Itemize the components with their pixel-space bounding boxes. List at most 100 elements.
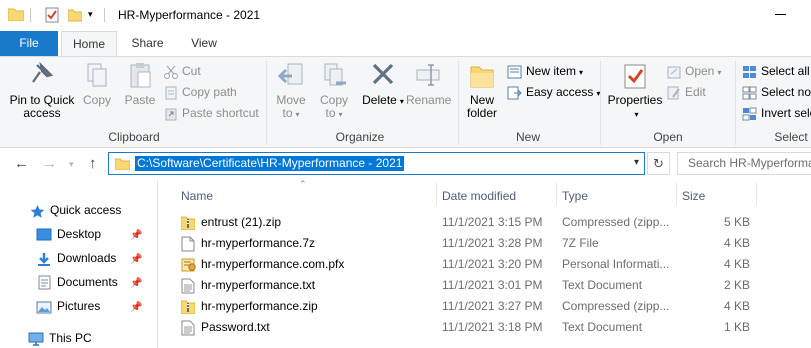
invert-selection-button[interactable]: Invert selection bbox=[742, 103, 811, 123]
move-to-icon bbox=[278, 63, 303, 85]
nav-downloads-label: Downloads bbox=[57, 251, 117, 265]
up-arrow-icon[interactable]: ↑ bbox=[89, 155, 97, 172]
chevron-down-icon: ▾ bbox=[338, 110, 343, 119]
nav-pictures[interactable]: Pictures bbox=[36, 295, 100, 317]
tab-file[interactable]: File bbox=[0, 31, 58, 56]
column-date-modified[interactable]: Date modified bbox=[442, 187, 516, 205]
file-name[interactable]: entrust (21).zip bbox=[201, 212, 431, 233]
address-row: ← → ▾ ↑ C:\Software\Certificate\HR-Myper… bbox=[0, 149, 811, 179]
address-bar[interactable]: C:\Software\Certificate\HR-Myperformance… bbox=[108, 152, 645, 175]
properties-qat-icon[interactable] bbox=[45, 7, 59, 23]
new-folder-label-2: folder bbox=[466, 106, 498, 120]
refresh-button[interactable]: ↻ bbox=[647, 152, 670, 175]
column-divider[interactable] bbox=[436, 183, 437, 205]
select-all-button[interactable]: Select all bbox=[742, 61, 810, 81]
recent-locations-icon[interactable]: ▾ bbox=[69, 159, 74, 170]
paste-button[interactable]: Paste bbox=[122, 61, 158, 107]
new-folder-qat-icon[interactable] bbox=[68, 7, 82, 23]
nav-downloads[interactable]: Downloads bbox=[36, 247, 116, 269]
file-row[interactable]: hr-myperformance.com.pfx 11/1/2021 3:20 P… bbox=[159, 254, 811, 275]
chevron-down-icon[interactable]: ▾ bbox=[634, 157, 639, 168]
file-name[interactable]: Password.txt bbox=[201, 317, 431, 338]
folder-icon[interactable] bbox=[8, 7, 24, 21]
easy-access-button[interactable]: Easy access ▾ bbox=[507, 82, 600, 102]
title-bar: ▾ HR-Myperformance - 2021 bbox=[0, 0, 811, 31]
column-size[interactable]: Size bbox=[682, 187, 705, 205]
file-row[interactable]: hr-myperformance.zip 11/1/2021 3:27 PM Com… bbox=[159, 296, 811, 317]
edit-button[interactable]: Edit bbox=[667, 82, 706, 102]
group-divider bbox=[266, 61, 267, 145]
customize-qat-icon[interactable]: ▾ bbox=[88, 9, 93, 20]
edit-icon bbox=[667, 86, 680, 100]
pin-icon[interactable]: 📌 bbox=[130, 254, 142, 265]
tab-view[interactable]: View bbox=[178, 31, 230, 56]
select-group-label: Select bbox=[774, 130, 808, 144]
nav-documents[interactable]: Documents bbox=[36, 271, 118, 293]
open-button[interactable]: Open ▾ bbox=[667, 61, 721, 81]
certificate-file-icon bbox=[181, 257, 197, 276]
file-row[interactable]: hr-myperformance.7z 11/1/2021 3:28 PM 7Z F… bbox=[159, 233, 811, 254]
file-name[interactable]: hr-myperformance.txt bbox=[201, 275, 431, 296]
column-divider[interactable] bbox=[676, 183, 677, 205]
pin-icon[interactable]: 📌 bbox=[130, 302, 142, 313]
file-type: Text Document bbox=[562, 278, 643, 292]
search-box[interactable]: Search HR-Myperformance - 2021 bbox=[677, 152, 811, 175]
nav-desktop[interactable]: Desktop bbox=[36, 223, 101, 245]
minimize-icon[interactable] bbox=[775, 14, 786, 15]
file-name[interactable]: hr-myperformance.com.pfx bbox=[201, 254, 431, 275]
file-date-modified: 11/1/2021 3:18 PM bbox=[442, 320, 543, 334]
new-folder-label-1: New bbox=[469, 93, 494, 107]
column-divider[interactable] bbox=[756, 183, 757, 205]
copy-button[interactable]: Copy bbox=[82, 61, 112, 107]
file-row[interactable]: entrust (21).zip 11/1/2021 3:15 PM Compres… bbox=[159, 212, 811, 233]
new-folder-button[interactable]: New folder bbox=[463, 61, 501, 120]
paste-shortcut-label: Paste shortcut bbox=[182, 106, 259, 120]
select-none-button[interactable]: Select none bbox=[742, 82, 811, 102]
file-name[interactable]: hr-myperformance.7z bbox=[201, 233, 431, 254]
column-divider[interactable] bbox=[556, 183, 557, 205]
pin-icon[interactable]: 📌 bbox=[130, 278, 142, 289]
nav-this-pc[interactable]: This PC bbox=[28, 327, 92, 348]
new-item-button[interactable]: New item ▾ bbox=[507, 61, 583, 81]
copy-to-button[interactable]: Copy to ▾ bbox=[316, 61, 352, 121]
pin-to-quick-access-button[interactable]: Pin to Quick access bbox=[7, 61, 77, 120]
qat-divider bbox=[104, 8, 105, 22]
navigation-pane: Quick access Desktop 📌 Downloads 📌 Docum… bbox=[0, 179, 158, 348]
file-name[interactable]: hr-myperformance.zip bbox=[201, 296, 431, 317]
column-type[interactable]: Type bbox=[562, 187, 588, 205]
nav-quick-access[interactable]: Quick access bbox=[30, 199, 121, 221]
file-date-modified: 11/1/2021 3:15 PM bbox=[442, 215, 543, 229]
nav-pictures-label: Pictures bbox=[57, 299, 101, 313]
rename-button[interactable]: Rename bbox=[406, 61, 451, 107]
address-path[interactable]: C:\Software\Certificate\HR-Myperformance… bbox=[135, 156, 405, 171]
back-arrow-icon[interactable]: ← bbox=[14, 155, 29, 172]
new-item-label: New item bbox=[526, 64, 577, 78]
text-file-icon bbox=[181, 320, 195, 339]
move-to-button[interactable]: Move to ▾ bbox=[273, 61, 309, 121]
file-date-modified: 11/1/2021 3:28 PM bbox=[442, 236, 543, 250]
paste-shortcut-button[interactable]: Paste shortcut bbox=[164, 103, 259, 123]
tab-home[interactable]: Home bbox=[61, 31, 117, 57]
file-type: Text Document bbox=[562, 320, 643, 334]
organize-group-label: Organize bbox=[335, 130, 385, 144]
tab-share[interactable]: Share bbox=[120, 31, 175, 56]
file-size: 4 KB bbox=[723, 257, 750, 271]
pin-icon[interactable]: 📌 bbox=[130, 230, 142, 241]
properties-button[interactable]: Properties ▾ bbox=[606, 61, 664, 121]
pin-label-2: access bbox=[23, 106, 61, 120]
copy-path-button[interactable]: Copy path bbox=[164, 82, 237, 102]
sort-ascending-icon: ⌃ bbox=[299, 179, 307, 189]
column-name[interactable]: Name bbox=[181, 187, 213, 205]
file-row[interactable]: Password.txt 11/1/2021 3:18 PM Text Docume… bbox=[159, 317, 811, 338]
delete-button[interactable]: Delete ▾ bbox=[362, 61, 404, 108]
file-size: 4 KB bbox=[723, 299, 750, 313]
forward-arrow-icon[interactable]: → bbox=[42, 155, 57, 172]
group-divider bbox=[600, 61, 601, 145]
pin-icon bbox=[32, 61, 54, 83]
cut-button[interactable]: Cut bbox=[164, 61, 201, 81]
delete-icon bbox=[372, 63, 394, 85]
file-row[interactable]: hr-myperformance.txt 11/1/2021 3:01 PM Tex… bbox=[159, 275, 811, 296]
nav-quick-access-label: Quick access bbox=[50, 203, 122, 217]
star-icon bbox=[30, 204, 45, 218]
delete-label: Delete bbox=[362, 93, 397, 107]
